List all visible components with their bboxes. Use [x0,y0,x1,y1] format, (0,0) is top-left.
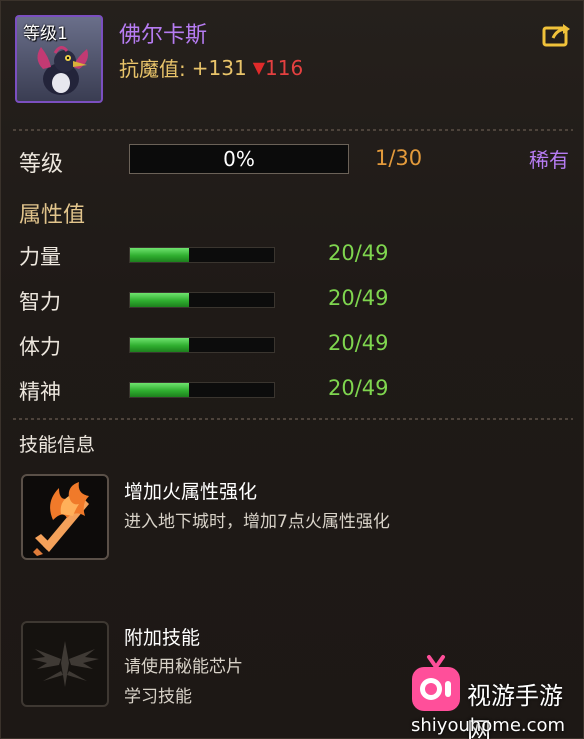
skill-desc-line1: 请使用秘能芯片 [124,657,243,677]
stat-bar-vitality [129,337,275,353]
stat-fill [130,338,189,352]
level-count: 1/30 [375,146,423,170]
wing-emblem-graphic [31,641,99,687]
stat-fill [130,293,189,307]
stats-divider [13,418,573,420]
down-arrow-icon: ▼ [252,58,265,77]
resist-minus-value: 116 [265,55,304,80]
attributes-title: 属性值 [19,203,86,228]
stat-fill [130,383,189,397]
fire-sword-icon[interactable] [21,474,109,560]
stat-name-intelligence: 智力 [19,290,61,314]
watermark-url: shiyouhome.com [411,715,566,736]
skill-name-fire: 增加火属性强化 [124,481,258,503]
stat-bar-strength [129,247,275,263]
level-progress-bar: 0% [129,144,349,174]
level-label: 等级 [19,152,64,177]
rarity-label: 稀有 [529,148,569,172]
skill-info-title: 技能信息 [19,434,96,456]
stat-fill [130,248,189,262]
stat-name-strength: 力量 [19,245,61,269]
bird-creature-icon [37,46,88,95]
stat-value-strength: 20/49 [328,241,389,265]
fire-sword-graphic [33,482,89,556]
pet-portrait[interactable]: 等级1 [15,15,103,103]
pet-name: 佛尔卡斯 [119,23,208,48]
pet-detail-panel: 等级1 佛尔卡斯 抗魔值: +131 ▼ 116 等级 0% 1/30 稀有 属… [0,0,584,739]
stat-name-spirit: 精神 [19,380,61,404]
skill-desc-line2: 学习技能 [124,687,192,707]
resist-plus-value: +131 [191,55,247,80]
header-divider [13,129,573,131]
resist-label: 抗魔值: [119,57,186,81]
skill-name-extra: 附加技能 [124,627,201,649]
stat-value-intelligence: 20/49 [328,286,389,310]
skill-desc-fire: 进入地下城时，增加7点火属性强化 [124,512,390,532]
stat-value-vitality: 20/49 [328,331,389,355]
stat-name-vitality: 体力 [19,335,61,359]
stat-bar-intelligence [129,292,275,308]
wing-emblem-icon[interactable] [21,621,109,707]
resist-row: 抗魔值: +131 ▼ 116 [119,53,303,82]
stat-value-spirit: 20/49 [328,376,389,400]
stat-bar-spirit [129,382,275,398]
share-icon[interactable] [541,21,573,49]
tv-logo-icon [412,655,460,711]
level-percent-text: 0% [223,147,255,171]
